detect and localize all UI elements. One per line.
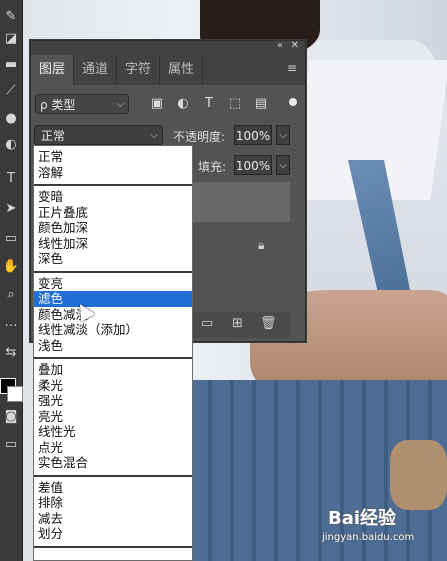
- screen-mode-icon[interactable]: ▭: [2, 436, 20, 454]
- opacity-field[interactable]: 100%: [234, 125, 272, 145]
- pen-icon[interactable]: ✎: [2, 8, 20, 26]
- blend-mode-option[interactable]: 减去: [34, 511, 192, 527]
- quick-mask-icon[interactable]: ◙: [2, 408, 20, 426]
- photo-wrist: [390, 440, 447, 510]
- background-color-swatch[interactable]: [7, 386, 23, 402]
- filter-pixel-icon[interactable]: ▣: [149, 96, 165, 112]
- eraser-icon[interactable]: ◪: [2, 30, 20, 48]
- opacity-label: 不透明度:: [173, 130, 226, 144]
- collapse-icon[interactable]: «: [277, 40, 283, 51]
- blend-mode-option[interactable]: 溶解: [34, 165, 192, 181]
- fill-field[interactable]: 100%: [234, 155, 272, 175]
- panel-header: « ✕: [31, 40, 305, 55]
- filter-type-icon[interactable]: T: [201, 96, 217, 112]
- close-icon[interactable]: ✕: [291, 40, 299, 51]
- blend-mode-option[interactable]: 排除: [34, 495, 192, 511]
- hand-icon[interactable]: ✋: [2, 258, 20, 276]
- blend-mode-group: 差值 排除 减去 划分: [34, 477, 192, 548]
- blend-mode-option[interactable]: 实色混合: [34, 455, 192, 471]
- blend-mode-select[interactable]: 正常 ⌵: [34, 125, 163, 145]
- blend-mode-value: 正常: [41, 129, 66, 143]
- tab-layers[interactable]: 图层: [31, 55, 75, 85]
- panel-menu-icon[interactable]: ≡: [285, 61, 299, 75]
- filter-row: ρ 类型 ⌵ ▣ ◐ T ⬚ ▤: [35, 94, 301, 116]
- type-icon[interactable]: T: [2, 170, 20, 188]
- filter-adjustment-icon[interactable]: ◐: [175, 96, 191, 112]
- blend-mode-option[interactable]: 深色: [34, 251, 192, 267]
- gradient-icon[interactable]: ▬: [2, 56, 20, 74]
- path-select-icon[interactable]: ➤: [2, 200, 20, 218]
- new-layer-icon[interactable]: ⊞: [232, 316, 243, 331]
- shape-icon[interactable]: ▭: [2, 230, 20, 248]
- blend-mode-option[interactable]: 亮光: [34, 409, 192, 425]
- layer-row[interactable]: [190, 182, 290, 222]
- filter-smart-object-icon[interactable]: ▤: [253, 96, 269, 112]
- filter-kind-select[interactable]: ρ 类型 ⌵: [35, 94, 129, 114]
- blend-mode-option[interactable]: 正常: [34, 149, 192, 165]
- fill-slider-toggle[interactable]: ⌵: [276, 155, 290, 175]
- panel-tabs: 图层 通道 字符 属性 ≡: [31, 55, 305, 85]
- blend-mode-dropdown: 正常 溶解 变暗 正片叠底 颜色加深 线性加深 深色 变亮 滤色 颜色减淡 线性减淡（添加） 浅色 叠加…: [33, 145, 193, 561]
- new-group-icon[interactable]: ▭: [201, 316, 213, 331]
- blend-mode-option[interactable]: 线性光: [34, 424, 192, 440]
- blend-mode-option[interactable]: 点光: [34, 440, 192, 456]
- blend-mode-option[interactable]: 线性加深: [34, 236, 192, 252]
- blend-mode-group: 正常 溶解: [34, 146, 192, 186]
- brush-icon[interactable]: ⟋: [2, 82, 20, 100]
- dodge-icon[interactable]: ◐: [2, 136, 20, 154]
- blend-mode-option[interactable]: 正片叠底: [34, 205, 192, 221]
- delete-layer-icon[interactable]: 🗑︎: [260, 316, 277, 331]
- blend-mode-option[interactable]: 差值: [34, 480, 192, 496]
- opacity-slider-toggle[interactable]: ⌵: [276, 125, 290, 145]
- swap-icon[interactable]: ⇆: [2, 344, 20, 362]
- watermark-logo: Bai经验: [328, 508, 397, 529]
- lock-icon[interactable]: 🔒︎: [258, 238, 264, 253]
- tab-channels[interactable]: 通道: [74, 55, 118, 85]
- chevron-down-icon: ⌵: [150, 130, 158, 141]
- chevron-down-icon: ⌵: [116, 99, 124, 110]
- tab-properties[interactable]: 属性: [160, 55, 204, 85]
- blend-mode-option[interactable]: 滤色: [34, 291, 192, 307]
- filter-shape-icon[interactable]: ⬚: [227, 96, 243, 112]
- blend-mode-option[interactable]: 叠加: [34, 362, 192, 378]
- zoom-icon[interactable]: ⌕: [2, 286, 20, 304]
- blend-mode-group: 叠加 柔光 强光 亮光 线性光 点光 实色混合: [34, 359, 192, 477]
- blend-mode-option[interactable]: 变暗: [34, 189, 192, 205]
- baidu-watermark: Bai经验 jingyan.baidu.com: [322, 504, 440, 552]
- blend-mode-option[interactable]: 强光: [34, 393, 192, 409]
- blend-mode-option[interactable]: 颜色加深: [34, 220, 192, 236]
- filter-toggle-icon[interactable]: [289, 98, 297, 106]
- filter-kind-label: ρ 类型: [40, 98, 76, 112]
- fill-label: 填充:: [198, 160, 227, 174]
- blend-mode-group: 变暗 正片叠底 颜色加深 线性加深 深色: [34, 186, 192, 273]
- blend-mode-option[interactable]: 线性减淡（添加）: [34, 322, 192, 338]
- more-icon[interactable]: …: [2, 314, 20, 332]
- tab-character[interactable]: 字符: [117, 55, 161, 85]
- watermark-url: jingyan.baidu.com: [322, 532, 415, 543]
- blend-mode-option[interactable]: 浅色: [34, 338, 192, 354]
- blend-mode-option[interactable]: 颜色减淡: [34, 307, 192, 323]
- blend-mode-option[interactable]: 柔光: [34, 378, 192, 394]
- blend-mode-group: 变亮 滤色 颜色减淡 线性减淡（添加） 浅色: [34, 273, 192, 359]
- blend-mode-option[interactable]: 划分: [34, 526, 192, 542]
- blur-icon[interactable]: ●: [2, 110, 20, 128]
- tools-panel: ✎ ◪ ▬ ⟋ ● ◐ T ➤ ▭ ✋ ⌕ … ⇆ ◙ ▭: [0, 0, 23, 561]
- blend-mode-option[interactable]: 变亮: [34, 276, 192, 292]
